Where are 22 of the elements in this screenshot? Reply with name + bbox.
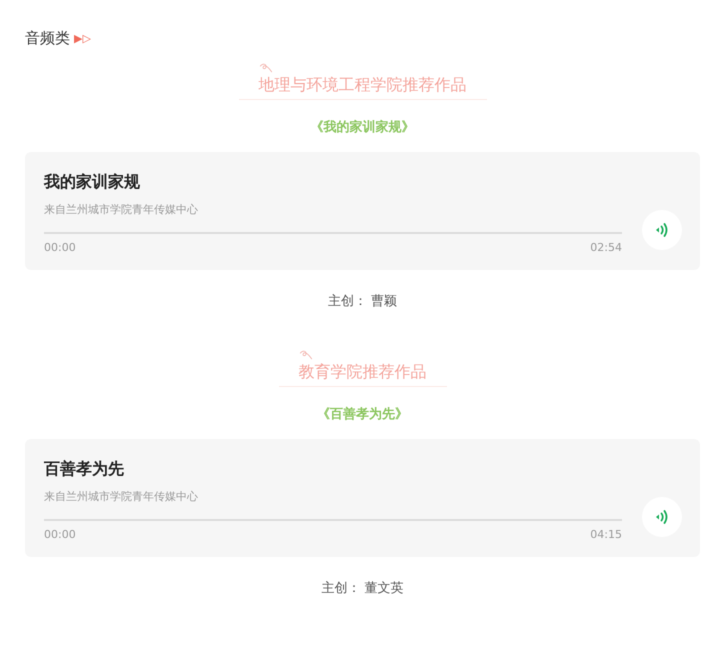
section-heading: 地理与环境工程学院推荐作品 xyxy=(258,75,466,95)
sound-icon xyxy=(655,222,669,238)
play-button[interactable] xyxy=(642,210,682,250)
duration-time: 04:15 xyxy=(590,528,622,541)
audio-source: 来自兰州城市学院青年传媒中心 xyxy=(44,489,199,504)
section-heading: 教育学院推荐作品 xyxy=(298,362,426,382)
audio-source: 来自兰州城市学院青年传媒中心 xyxy=(44,202,199,217)
work-title: 《我的家训家规》 xyxy=(310,118,414,136)
elapsed-time: 00:00 xyxy=(44,241,76,254)
arrow-marks: ▶▷ xyxy=(74,32,91,44)
credit-text: 主创： 曹颖 xyxy=(328,293,398,310)
work-title: 《百善孝为先》 xyxy=(317,406,408,423)
duration-time: 02:54 xyxy=(590,241,622,254)
audio-title: 我的家训家规 xyxy=(44,172,141,193)
credit-text: 主创： 董文英 xyxy=(321,580,404,597)
swirl-icon xyxy=(258,63,272,73)
elapsed-time: 00:00 xyxy=(44,528,76,541)
sound-icon xyxy=(655,509,669,525)
play-button[interactable] xyxy=(642,497,682,537)
audio-title: 百善孝为先 xyxy=(44,459,125,480)
swirl-icon xyxy=(298,350,312,360)
category-label: 音频类 xyxy=(25,28,70,48)
